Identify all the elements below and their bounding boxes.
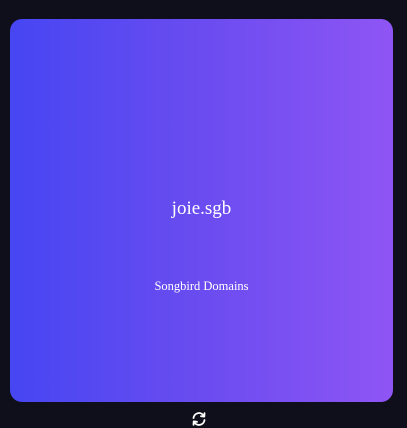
nft-viewer: joie.sgb Songbird Domains bbox=[0, 0, 407, 428]
collection-name: Songbird Domains bbox=[154, 279, 249, 293]
refresh-button[interactable] bbox=[189, 410, 209, 427]
nft-card: joie.sgb Songbird Domains bbox=[10, 19, 393, 402]
domain-name: joie.sgb bbox=[171, 198, 232, 219]
refresh-icon bbox=[191, 411, 207, 426]
